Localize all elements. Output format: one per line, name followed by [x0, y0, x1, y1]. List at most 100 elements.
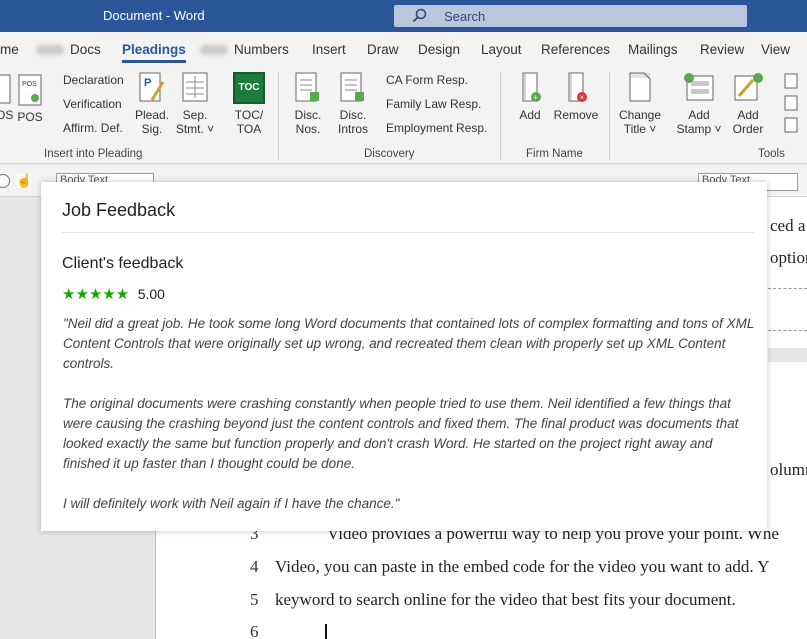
line-number: 5	[250, 590, 259, 609]
sep-stmt-button[interactable]: Sep. Stmt. ˅	[174, 72, 216, 136]
group-label-insert-into-pleading: Insert into Pleading	[44, 148, 143, 160]
add-order-label-2: Order	[732, 122, 764, 136]
discovery-intros-icon	[340, 72, 364, 102]
page-divider	[768, 288, 807, 289]
svg-text:+: +	[533, 93, 538, 102]
toc-toa-label-1: TOC/	[234, 108, 264, 122]
svg-text:POS: POS	[22, 81, 37, 88]
page-text-fragment: ced a	[770, 216, 806, 235]
discovery-numbers-icon	[295, 72, 319, 102]
tab-pleadings[interactable]: Pleadings	[122, 42, 186, 63]
plead-sig-label-2: Sig.	[141, 122, 163, 136]
page-divider	[768, 330, 807, 331]
tab-review[interactable]: Review	[700, 42, 744, 57]
feedback-quote-paragraph-2: The original documents were crashing con…	[63, 396, 739, 471]
toc-toa-button[interactable]: TOC TOC/ TOA	[229, 72, 269, 136]
affirm-def-button[interactable]: Affirm. Def.	[63, 121, 123, 135]
signature-icon: P	[139, 72, 165, 102]
change-title-label-1: Change	[618, 108, 662, 122]
pos-document-icon: POS	[18, 74, 42, 106]
tab-docs[interactable]: Docs	[36, 42, 101, 57]
add-firm-icon: +	[522, 72, 541, 102]
firm-add-label: Add	[519, 108, 541, 122]
search-placeholder: Search	[444, 9, 486, 24]
page-gap	[768, 348, 807, 362]
disc-nos-button[interactable]: Disc. Nos.	[290, 72, 326, 136]
ribbon: POS POS POS Declaration Verification Aff…	[0, 68, 807, 164]
svg-text:P: P	[144, 77, 151, 89]
line-number: 6	[250, 622, 259, 639]
add-stamp-label-1: Add	[688, 108, 710, 122]
add-order-label-1: Add	[737, 108, 759, 122]
blurred-logo	[200, 45, 228, 56]
disc-nos-label-1: Disc.	[294, 108, 322, 122]
tab-home[interactable]: me	[0, 42, 19, 57]
line-number: 4	[250, 557, 259, 576]
document-line[interactable]: keyword to search online for the video t…	[275, 590, 736, 610]
feedback-quote-paragraph-3: I will definitely work with Neil again i…	[63, 496, 400, 511]
page-text-fragment: options	[770, 248, 807, 267]
pos-button[interactable]: POS POS	[14, 74, 46, 124]
tab-view[interactable]: View	[761, 42, 790, 57]
touch-icon[interactable]: ☝	[16, 174, 32, 188]
ribbon-tabs: me Docs Pleadings Numbers Insert Draw De…	[0, 32, 807, 68]
tab-layout[interactable]: Layout	[481, 42, 522, 57]
document-line[interactable]: Video, you can paste in the embed code f…	[275, 557, 770, 577]
pos-partial-button[interactable]: POS	[0, 74, 14, 122]
stamp-icon	[684, 73, 714, 101]
blurred-logo	[36, 45, 64, 56]
tab-numbers[interactable]: Numbers	[200, 42, 289, 57]
tab-design[interactable]: Design	[418, 42, 460, 57]
change-title-icon	[629, 72, 651, 102]
disc-intros-label-2: Intros	[337, 122, 368, 136]
firm-add-button[interactable]: + Add	[512, 72, 548, 122]
verification-button[interactable]: Verification	[63, 97, 122, 111]
table-document-icon	[182, 72, 208, 102]
family-law-resp-button[interactable]: Family Law Resp.	[386, 97, 481, 111]
star-rating-icon: ★★★★★	[62, 286, 130, 303]
remove-firm-icon: ×	[568, 72, 587, 102]
add-order-button[interactable]: Add Order	[728, 72, 768, 136]
declaration-button[interactable]: Declaration	[63, 73, 124, 87]
tools-more-icons[interactable]	[783, 72, 807, 136]
group-separator	[500, 72, 501, 160]
add-stamp-label-2: Stamp ˅	[676, 122, 722, 136]
tab-draw[interactable]: Draw	[367, 42, 399, 57]
undo-icon[interactable]	[0, 174, 10, 188]
toc-toa-label-2: TOA	[236, 122, 262, 136]
disc-nos-label-2: Nos.	[295, 122, 321, 136]
firm-remove-button[interactable]: × Remove	[552, 72, 600, 122]
text-cursor	[325, 624, 327, 639]
tab-docs-label: Docs	[70, 42, 101, 57]
group-label-discovery: Discovery	[364, 148, 415, 160]
tab-references[interactable]: References	[541, 42, 610, 57]
sep-stmt-label-2: Stmt. ˅	[175, 122, 215, 136]
document-icon	[0, 74, 11, 104]
svg-text:×: ×	[580, 93, 585, 102]
disc-intros-button[interactable]: Disc. Intros	[334, 72, 372, 136]
pos-partial-label: POS	[0, 108, 14, 122]
feedback-quote-paragraph-1: "Neil did a great job. He took some long…	[63, 316, 755, 371]
title-bar: Document - Word Search	[0, 0, 807, 32]
ca-form-resp-button[interactable]: CA Form Resp.	[386, 73, 468, 87]
plead-sig-button[interactable]: P Plead. Sig.	[133, 72, 171, 136]
search-box[interactable]: Search	[394, 5, 747, 27]
tab-insert[interactable]: Insert	[312, 42, 346, 57]
group-separator	[609, 72, 610, 160]
tab-numbers-label: Numbers	[234, 42, 289, 57]
change-title-button[interactable]: Change Title ˅	[616, 72, 664, 136]
rating: ★★★★★ 5.00	[62, 285, 165, 303]
client-feedback-heading: Client's feedback	[62, 255, 184, 272]
employment-resp-button[interactable]: Employment Resp.	[386, 121, 487, 135]
feedback-title: Job Feedback	[62, 200, 176, 220]
sep-stmt-label-1: Sep.	[182, 108, 208, 122]
page-text-fragment: olumn	[770, 460, 807, 479]
group-label-tools: Tools	[758, 148, 785, 160]
firm-remove-label: Remove	[553, 108, 599, 122]
group-label-firm-name: Firm Name	[526, 148, 583, 160]
add-stamp-button[interactable]: Add Stamp ˅	[673, 72, 725, 136]
tab-mailings[interactable]: Mailings	[628, 42, 678, 57]
divider	[62, 232, 754, 233]
order-icon	[734, 73, 763, 101]
search-icon	[412, 8, 427, 23]
